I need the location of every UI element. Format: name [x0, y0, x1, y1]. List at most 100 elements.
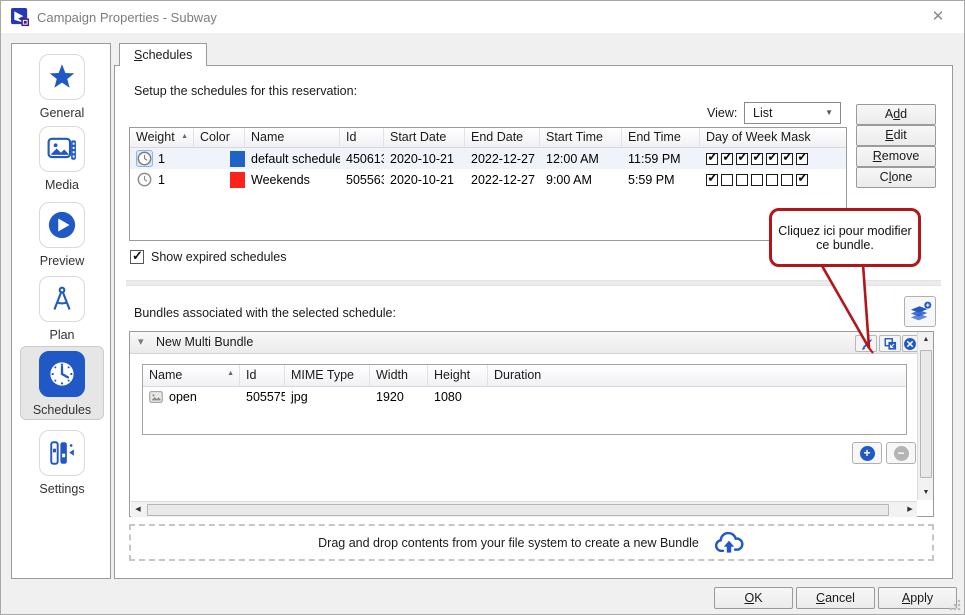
column-header-color[interactable]: Color: [194, 128, 245, 147]
bundle-header[interactable]: ▾ New Multi Bundle: [130, 332, 917, 354]
cell-end-date: 2022-12-27: [465, 152, 540, 166]
view-dropdown[interactable]: List ▼: [744, 102, 841, 124]
pencil-icon: [859, 337, 874, 351]
column-header-start-date[interactable]: Start Date: [384, 128, 465, 147]
play-icon: [39, 202, 85, 248]
horizontal-scrollbar[interactable]: ◀ ▶: [131, 501, 917, 517]
column-header-dow-mask[interactable]: Day of Week Mask: [700, 128, 846, 147]
day-checkbox-unchecked: [766, 174, 778, 186]
column-header-duration[interactable]: Duration: [488, 365, 906, 386]
media-icon: [39, 126, 85, 172]
duplicate-bundle-button[interactable]: [879, 335, 901, 352]
callout: Cliquez ici pour modifier ce bundle.: [769, 208, 921, 267]
column-header-mime-type[interactable]: MIME Type: [285, 365, 370, 386]
bundle-contents-table: Name▲ Id MIME Type Width Height Duration…: [142, 364, 907, 435]
column-header-weight[interactable]: Weight▲: [130, 128, 194, 147]
title-bar: Campaign Properties - Subway ✕: [1, 1, 964, 33]
cell-id: 505563: [340, 173, 384, 187]
cell-start-time: 12:00 AM: [540, 152, 622, 166]
sidebar-label: Media: [45, 178, 79, 192]
dropzone-label: Drag and drop contents from your file sy…: [318, 536, 699, 550]
cell-start-time: 9:00 AM: [540, 173, 622, 187]
day-checkbox-checked: ✓: [706, 153, 718, 165]
bundles-label: Bundles associated with the selected sch…: [134, 306, 396, 320]
show-expired-label: Show expired schedules: [151, 250, 287, 264]
scrollbar-thumb[interactable]: [147, 504, 889, 516]
sidebar-item-settings[interactable]: Settings: [20, 426, 104, 496]
close-icon[interactable]: ✕: [926, 6, 950, 28]
color-swatch: [230, 172, 245, 188]
sidebar-label: Settings: [39, 482, 84, 496]
column-header-end-date[interactable]: End Date: [465, 128, 540, 147]
scroll-down-icon[interactable]: ▼: [918, 485, 934, 500]
cell-end-time: 5:59 PM: [622, 173, 700, 187]
day-checkbox-unchecked: [736, 174, 748, 186]
table-row[interactable]: open 505575 jpg 1920 1080: [143, 387, 906, 407]
day-checkbox-checked: ✓: [796, 174, 808, 186]
remove-content-button[interactable]: −: [886, 442, 916, 464]
vertical-scrollbar[interactable]: ▲ ▼: [917, 332, 933, 500]
window-title: Campaign Properties - Subway: [37, 10, 217, 25]
resize-grip[interactable]: [949, 599, 961, 611]
show-expired-checkbox[interactable]: ✓: [130, 250, 144, 264]
cancel-button[interactable]: Cancel: [796, 587, 875, 609]
cloud-upload-icon: [713, 530, 745, 555]
scrollbar-thumb[interactable]: [920, 350, 932, 478]
copy-icon: [883, 337, 898, 351]
view-dropdown-value: List: [753, 106, 772, 120]
edit-button[interactable]: Edit: [856, 125, 936, 146]
sidebar-label: Schedules: [33, 403, 91, 417]
sidebar-label: General: [40, 106, 84, 120]
sidebar-item-schedules[interactable]: Schedules: [20, 346, 104, 420]
tab-schedules[interactable]: Schedules: [119, 43, 207, 66]
table-row[interactable]: 1 Weekends 505563 2020-10-21 2022-12-27 …: [130, 169, 846, 190]
view-label: View:: [707, 106, 737, 120]
column-header-id[interactable]: Id: [340, 128, 384, 147]
table-row[interactable]: 1 default schedule 450613 2020-10-21 202…: [130, 148, 846, 169]
minus-icon: −: [894, 446, 909, 461]
column-header-start-time[interactable]: Start Time: [540, 128, 622, 147]
image-file-icon: [149, 391, 163, 403]
clock-icon: [39, 351, 85, 397]
day-checkbox-checked: ✓: [751, 153, 763, 165]
sidebar-item-general[interactable]: General: [20, 50, 104, 120]
remove-button[interactable]: Remove: [856, 146, 936, 167]
day-checkbox-checked: ✓: [766, 153, 778, 165]
delete-icon: [903, 337, 917, 351]
edit-bundle-button[interactable]: [855, 335, 877, 352]
sidebar-item-media[interactable]: Media: [20, 122, 104, 192]
sidebar: General Media Preview: [11, 43, 111, 579]
schedule-clock-icon: [136, 171, 153, 188]
column-header-name[interactable]: Name: [245, 128, 340, 147]
column-header-end-time[interactable]: End Time: [622, 128, 700, 147]
scroll-left-icon[interactable]: ◀: [131, 502, 145, 518]
color-swatch: [230, 151, 245, 167]
column-header-width[interactable]: Width: [370, 365, 428, 386]
column-header-height[interactable]: Height: [428, 365, 488, 386]
sort-asc-icon: ▲: [181, 133, 188, 140]
sidebar-item-preview[interactable]: Preview: [20, 198, 104, 268]
day-checkbox-checked: ✓: [736, 153, 748, 165]
add-content-button[interactable]: +: [852, 442, 882, 464]
add-bundle-button[interactable]: [904, 296, 936, 327]
scroll-right-icon[interactable]: ▶: [903, 502, 917, 518]
column-header-name[interactable]: Name▲: [143, 365, 240, 386]
dropzone[interactable]: Drag and drop contents from your file sy…: [129, 524, 934, 561]
section-divider: [126, 280, 941, 286]
delete-bundle-button[interactable]: [902, 335, 918, 352]
cell-end-time: 11:59 PM: [622, 152, 700, 166]
cell-name: default schedule: [245, 152, 340, 166]
sidebar-item-plan[interactable]: Plan: [20, 272, 104, 342]
cell-name: Weekends: [245, 173, 340, 187]
add-button[interactable]: Add: [856, 104, 936, 125]
day-checkbox-checked: ✓: [781, 153, 793, 165]
apply-button[interactable]: Apply: [878, 587, 957, 609]
day-checkbox-checked: ✓: [796, 153, 808, 165]
cell-name: open: [169, 390, 197, 404]
cell-weight: 1: [158, 173, 165, 187]
ok-button[interactable]: OK: [714, 587, 793, 609]
bundle-container: ▾ New Multi Bundle: [129, 331, 934, 517]
clone-button[interactable]: Clone: [856, 167, 936, 188]
column-header-id[interactable]: Id: [240, 365, 285, 386]
scroll-up-icon[interactable]: ▲: [918, 332, 934, 347]
